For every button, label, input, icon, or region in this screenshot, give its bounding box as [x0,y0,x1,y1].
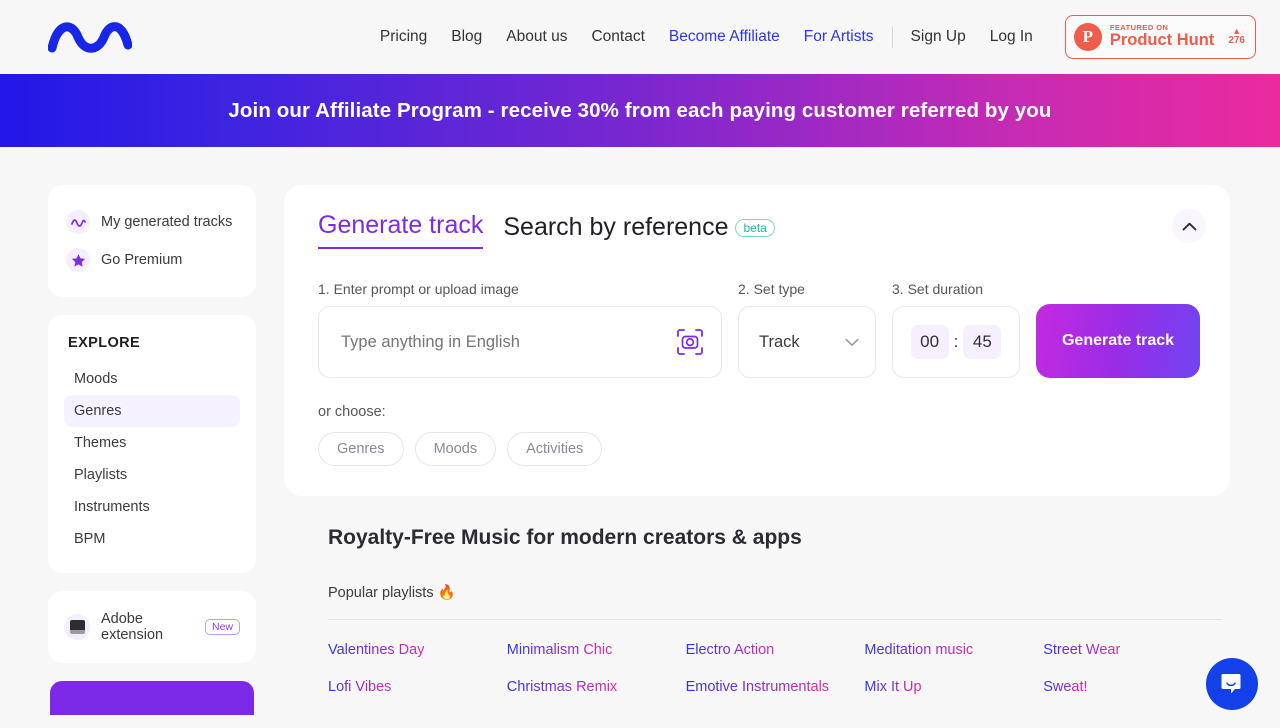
duration-field-label: 3. Set duration [892,281,984,297]
choose-chips: Genres Moods Activities [318,432,1196,466]
sidebar-item-my-generated-tracks[interactable]: My generated tracks [64,203,240,241]
playlist-link[interactable]: Lofi Vibes [328,679,391,695]
main-nav: Pricing Blog About us Contact Become Aff… [368,15,1256,59]
nav-link-become-affiliate[interactable]: Become Affiliate [657,29,792,45]
prompt-input[interactable] [341,332,673,352]
prompt-box[interactable] [318,306,722,378]
playlist-link[interactable]: Electro Action [686,642,775,658]
product-hunt-badge[interactable]: P FEATURED ON Product Hunt ▲ 276 [1064,15,1256,59]
chevron-up-icon [1182,222,1196,230]
body-area: My generated tracks Go Premium EXPLORE M… [0,147,1280,728]
sidebar-item-label: Go Premium [101,252,183,268]
playlist-link[interactable]: Meditation music [864,642,973,658]
chip-moods[interactable]: Moods [414,432,497,466]
nav-divider [891,26,893,48]
collapse-panel-button[interactable] [1172,209,1206,243]
tab-search-by-reference[interactable]: Search by reference beta [503,213,775,249]
nav-link-contact[interactable]: Contact [579,29,656,45]
sidebar-top-card: My generated tracks Go Premium [48,185,256,297]
sidebar-item-genres[interactable]: Genres [64,395,240,427]
site-header: Pricing Blog About us Contact Become Aff… [0,0,1280,74]
popular-playlists-label: Popular playlists 🔥 [328,585,456,601]
sidebar-item-go-premium[interactable]: Go Premium [64,241,240,279]
logo[interactable] [48,15,132,59]
sidebar-item-bpm[interactable]: BPM [64,523,240,555]
sidebar-item-moods[interactable]: Moods [64,363,240,395]
sign-up-link[interactable]: Sign Up [899,29,978,45]
prompt-field-group: 1. Enter prompt or upload image [318,281,722,378]
section-divider [328,619,1222,620]
product-hunt-icon: P [1073,23,1102,51]
adobe-extension-label: Adobe extension [101,611,164,643]
generate-track-button[interactable]: Generate track [1036,304,1200,378]
wave-icon [66,210,90,234]
chip-genres[interactable]: Genres [318,432,404,466]
playlist-link[interactable]: Street Wear [1043,642,1120,658]
playlist-link[interactable]: Christmas Remix [507,679,617,695]
page-title: Royalty-Free Music for modern creators &… [328,526,802,549]
playlist-link[interactable]: Sweat! [1043,679,1087,695]
nav-link-for-artists[interactable]: For Artists [792,29,886,45]
adobe-extension-icon [64,614,90,640]
wave-logo-icon [48,22,132,53]
beta-badge: beta [735,219,775,238]
explore-heading: EXPLORE [68,335,141,351]
sidebar-item-themes[interactable]: Themes [64,427,240,459]
product-hunt-name: Product Hunt [1109,31,1215,50]
sidebar-item-playlists[interactable]: Playlists [64,459,240,491]
page-root: Pricing Blog About us Contact Become Aff… [0,0,1280,728]
sidebar-cta-button[interactable] [50,681,254,715]
product-hunt-votes: ▲ 276 [1228,26,1245,47]
nav-link-pricing[interactable]: Pricing [368,29,439,45]
type-field-label: 2. Set type [738,281,805,297]
adobe-extension-row: Adobe extension New [64,611,240,643]
playlist-link[interactable]: Minimalism Chic [507,642,613,658]
sidebar-item-label: My generated tracks [101,214,233,230]
sidebar-explore-card: EXPLORE Moods Genres Themes Playlists In… [48,315,256,573]
duration-minutes[interactable]: 00 [910,325,949,359]
playlist-link[interactable]: Emotive Instrumentals [686,679,829,695]
duration-seconds[interactable]: 45 [963,325,1002,359]
tab-search-by-reference-label: Search by reference [503,213,729,241]
sidebar: My generated tracks Go Premium EXPLORE M… [48,185,256,728]
duration-control: 00 : 45 [892,306,1020,378]
prompt-field-label: 1. Enter prompt or upload image [318,281,519,297]
playlist-grid: Valentines Day Minimalism Chic Electro A… [328,642,1222,695]
chat-bubble-icon [1221,674,1241,694]
affiliate-banner[interactable]: Join our Affiliate Program - receive 30%… [0,74,1280,147]
intercom-chat-button[interactable] [1206,658,1258,710]
sidebar-item-instruments[interactable]: Instruments [64,491,240,523]
nav-link-about-us[interactable]: About us [494,29,579,45]
playlist-link[interactable]: Mix It Up [864,679,921,695]
duration-field-group: 3. Set duration 00 : 45 [892,281,1020,378]
upvote-count: 276 [1228,35,1245,47]
log-in-link[interactable]: Log In [978,29,1045,45]
content-section: Royalty-Free Music for modern creators &… [284,496,1230,695]
generator-card: Generate track Search by reference beta 1… [284,185,1230,496]
or-choose-label: or choose: [318,404,386,420]
chip-activities[interactable]: Activities [507,432,603,466]
product-hunt-text: FEATURED ON Product Hunt [1110,24,1215,49]
new-badge: New [204,618,240,636]
duration-separator: : [953,332,959,351]
nav-link-blog[interactable]: Blog [439,29,494,45]
affiliate-banner-text: Join our Affiliate Program - receive 30%… [228,98,1052,122]
star-icon [66,248,90,272]
main-content: Generate track Search by reference beta 1… [284,185,1230,728]
type-select[interactable]: Track [738,306,876,378]
tab-generate-track[interactable]: Generate track [318,211,484,249]
type-select-value: Track [759,332,800,351]
generator-tabs: Generate track Search by reference beta [318,211,1196,255]
type-field-group: 2. Set type Track [738,281,876,378]
chevron-down-icon [845,338,859,346]
adobe-extension-card[interactable]: Adobe extension New [48,591,256,663]
camera-scan-icon[interactable] [673,325,707,359]
generator-form: 1. Enter prompt or upload image Type any… [318,281,1200,378]
playlist-link[interactable]: Valentines Day [328,642,424,658]
